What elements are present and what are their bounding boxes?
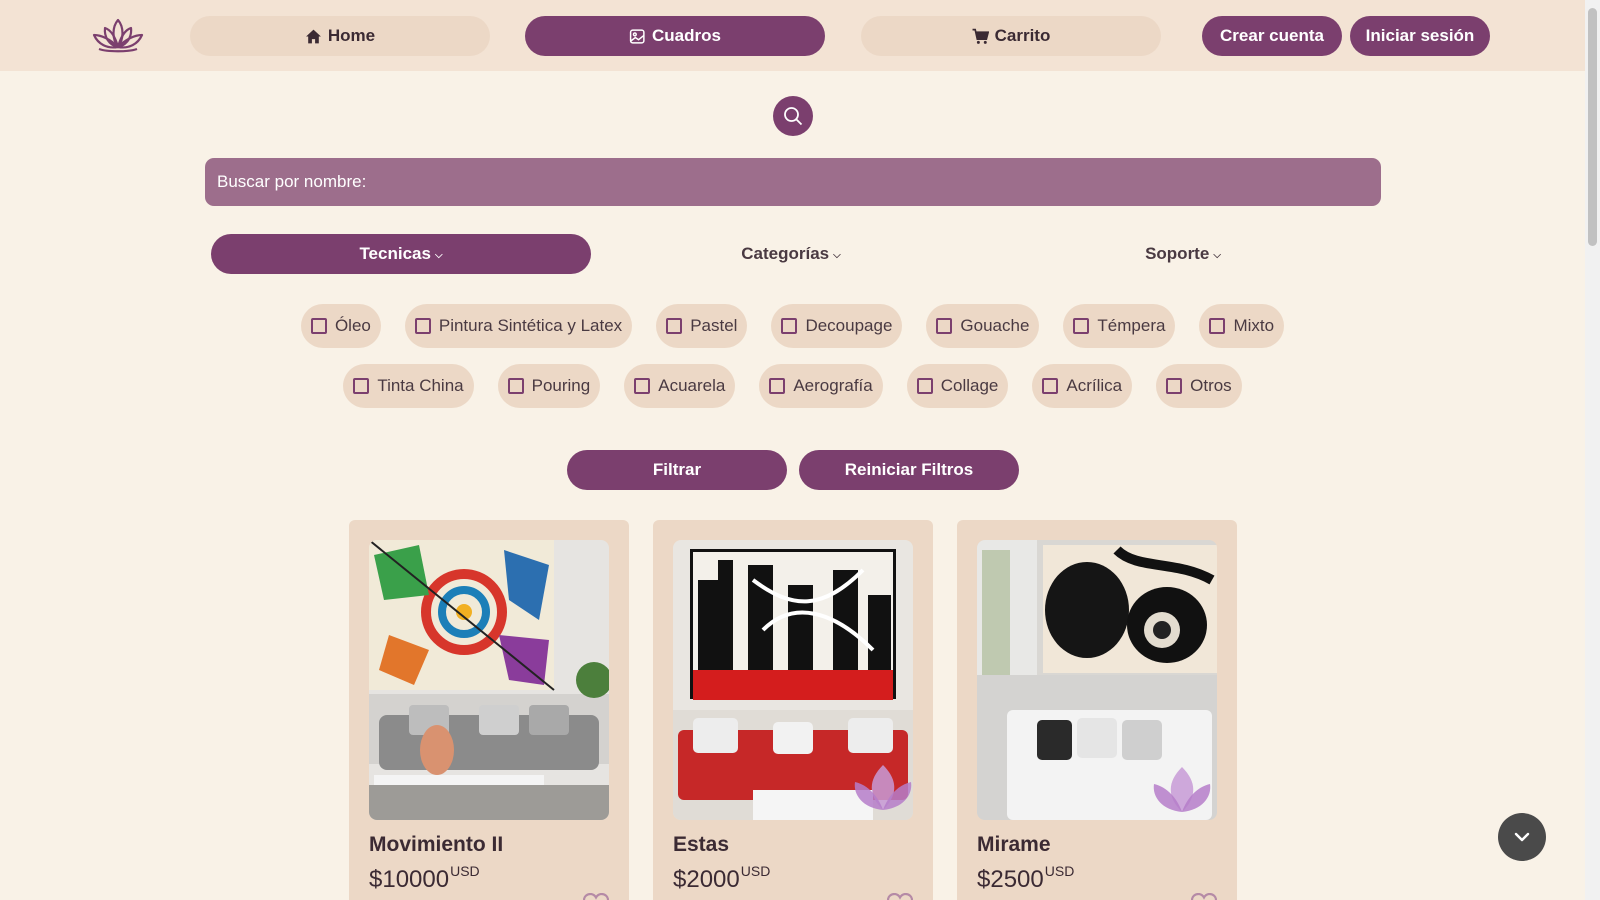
checkbox[interactable] [1042,378,1059,394]
heart-icon[interactable] [1191,893,1217,900]
chip-label: Aerografía [793,376,873,395]
filtrar-button[interactable]: Filtrar [567,450,787,490]
nav-cuadros-button[interactable]: Cuadros [525,16,825,56]
technique-chip[interactable]: Acrílica [1032,364,1133,408]
product-image[interactable] [977,540,1217,820]
cart-icon [972,28,989,44]
heart-icon[interactable] [887,893,913,900]
price-value: $10000 [369,866,450,893]
tab-soporte[interactable]: Soporte ⌵ [1083,234,1283,274]
chip-label: Decoupage [805,316,893,335]
technique-chip[interactable]: Acuarela [624,364,736,408]
lotus-logo-icon[interactable] [91,17,145,53]
price-value: $2500 [977,866,1044,893]
checkbox[interactable] [414,318,431,334]
tab-tecnicas[interactable]: Tecnicas ⌵ [211,234,591,274]
technique-chip[interactable]: Pintura Sintética y Latex [404,304,633,348]
technique-chip[interactable]: Pastel [656,304,748,348]
checkbox[interactable] [769,378,786,394]
technique-chip[interactable]: Otros [1156,364,1242,408]
nav-carrito-label: Carrito [994,26,1051,45]
product-title[interactable]: Mirame [977,833,1051,857]
page-scrollbar[interactable] [1585,0,1600,900]
nav-home-button[interactable]: Home [190,16,490,56]
checkbox[interactable] [1073,318,1090,334]
product-card[interactable]: Movimiento II $10000USD [349,520,629,900]
chevron-down-icon [1514,832,1530,842]
chip-label: Pastel [690,316,738,335]
chip-label: Gouache [960,316,1030,335]
checkbox[interactable] [310,318,327,334]
checkbox[interactable] [936,318,953,334]
technique-chips-row-2: Tinta China Pouring Acuarela Aerografía … [0,364,1585,408]
technique-chip[interactable]: Tinta China [343,364,474,408]
iniciar-sesion-button[interactable]: Iniciar sesión [1350,16,1490,56]
search-icon [784,107,803,126]
chip-label: Mixto [1233,316,1275,335]
technique-chip[interactable]: Mixto [1199,304,1285,348]
nav-carrito-button[interactable]: Carrito [861,16,1161,56]
technique-chip[interactable]: Gouache [926,304,1040,348]
scrollbar-thumb[interactable] [1588,8,1597,246]
heart-icon[interactable] [583,893,609,900]
nav-cuadros-label: Cuadros [652,26,721,45]
crear-cuenta-button[interactable]: Crear cuenta [1202,16,1342,56]
technique-chip[interactable]: Aerografía [759,364,883,408]
search-by-name-input[interactable] [205,158,1381,206]
scroll-down-button[interactable] [1498,813,1546,861]
chip-label: Collage [940,376,999,395]
chevron-down-icon: ⌵ [1213,249,1221,261]
chip-label: Otros [1190,376,1232,395]
tab-categorias[interactable]: Categorías ⌵ [691,234,891,274]
product-image[interactable] [369,540,609,820]
chip-label: Acrílica [1066,376,1123,395]
chip-label: Acuarela [658,376,726,395]
chip-label: Témpera [1097,316,1166,335]
tab-tecnicas-label: Tecnicas [359,244,431,263]
technique-chip[interactable]: Decoupage [771,304,903,348]
checkbox[interactable] [634,378,651,394]
tab-soporte-label: Soporte [1145,244,1210,263]
product-image[interactable] [673,540,913,820]
product-price: $2000USD [673,863,770,894]
checkbox[interactable] [666,318,683,334]
price-currency: USD [1044,863,1075,879]
technique-chip[interactable]: Témpera [1063,304,1176,348]
image-icon [629,28,645,44]
product-price: $10000USD [369,863,480,894]
product-title[interactable]: Estas [673,833,729,857]
technique-chip[interactable]: Óleo [300,304,381,348]
checkbox[interactable] [1166,378,1183,394]
checkbox[interactable] [1209,318,1226,334]
checkbox[interactable] [916,378,933,394]
price-value: $2000 [673,866,740,893]
search-toggle-button[interactable] [773,96,813,136]
chip-label: Óleo [334,316,371,335]
product-price: $2500USD [977,863,1074,894]
checkbox[interactable] [353,378,370,394]
technique-chip[interactable]: Collage [906,364,1009,408]
technique-chips-row-1: Óleo Pintura Sintética y Latex Pastel De… [0,304,1585,348]
technique-chip[interactable]: Pouring [497,364,601,408]
home-icon [305,29,321,43]
price-currency: USD [740,863,771,879]
top-navbar: Home Cuadros Carrito Crear cuenta Inicia… [0,0,1585,71]
chevron-down-icon: ⌵ [434,249,443,261]
price-currency: USD [450,863,480,879]
checkbox[interactable] [507,378,524,394]
reiniciar-filtros-button[interactable]: Reiniciar Filtros [799,450,1019,490]
checkbox[interactable] [781,318,798,334]
chip-label: Pintura Sintética y Latex [438,316,623,335]
nav-home-label: Home [327,26,376,45]
product-card[interactable]: Estas $2000USD [653,520,933,900]
product-title[interactable]: Movimiento II [369,833,503,857]
chip-label: Tinta China [377,376,464,395]
tab-categorias-label: Categorías [741,244,830,263]
product-card[interactable]: Mirame $2500USD [957,520,1237,900]
chevron-down-icon: ⌵ [833,249,841,261]
chip-label: Pouring [531,376,591,395]
